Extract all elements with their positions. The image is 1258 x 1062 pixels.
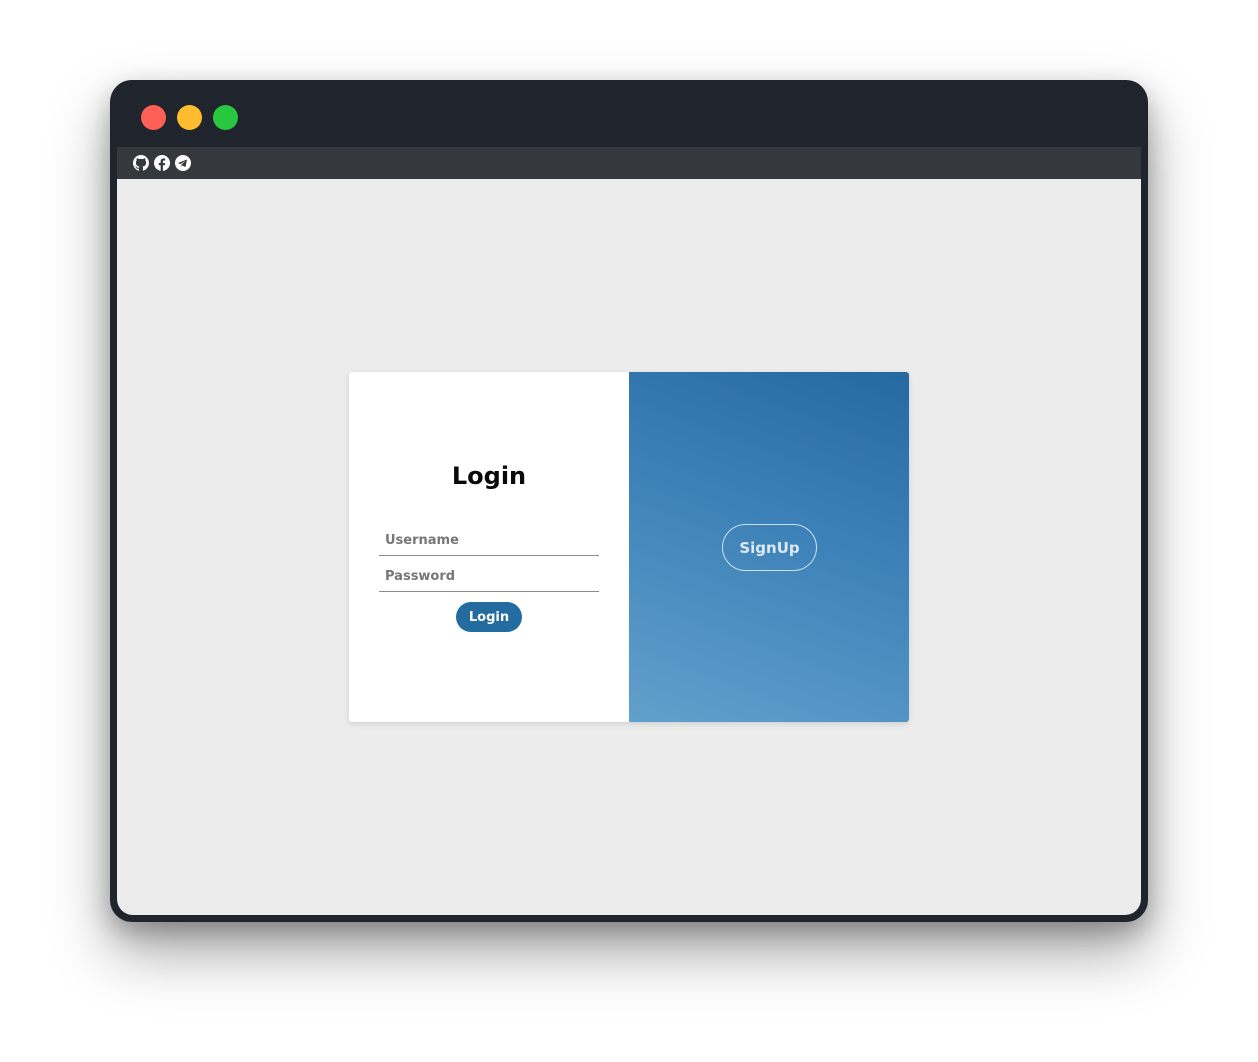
- page-content: Login Login SignUp: [117, 179, 1141, 915]
- auth-card: Login Login SignUp: [349, 372, 909, 722]
- close-window-button[interactable]: [141, 105, 166, 130]
- password-input[interactable]: [379, 562, 599, 592]
- login-button[interactable]: Login: [456, 602, 522, 632]
- maximize-window-button[interactable]: [213, 105, 238, 130]
- signup-button[interactable]: SignUp: [722, 524, 817, 571]
- window-controls: [141, 105, 238, 130]
- github-icon[interactable]: [133, 155, 149, 171]
- toolbar: [117, 147, 1141, 179]
- telegram-icon[interactable]: [175, 155, 191, 171]
- minimize-window-button[interactable]: [177, 105, 202, 130]
- username-input[interactable]: [379, 526, 599, 556]
- facebook-icon[interactable]: [154, 155, 170, 171]
- login-panel: Login Login: [349, 372, 629, 722]
- login-title: Login: [451, 462, 527, 490]
- signup-panel: SignUp: [629, 372, 909, 722]
- app-window: Login Login SignUp: [110, 80, 1148, 922]
